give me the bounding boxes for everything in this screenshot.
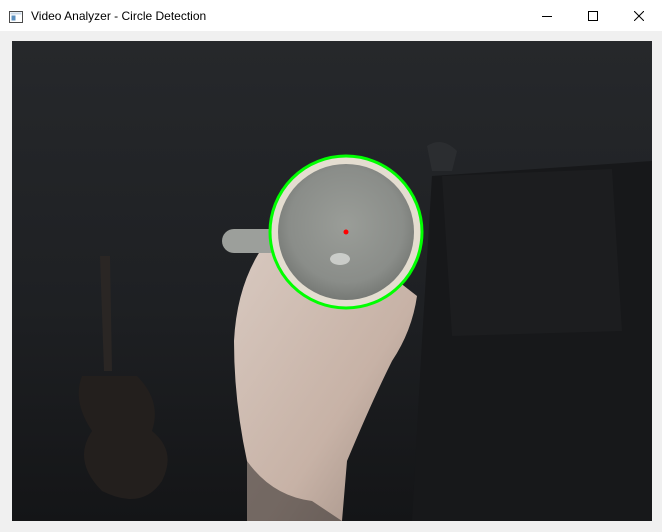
circle-center-marker [343,229,349,235]
maximize-icon [588,10,598,21]
mug-reflection [330,253,350,265]
app-window: Video Analyzer - Circle Detection [0,0,662,532]
close-icon [634,10,644,21]
app-window-icon [9,10,23,23]
close-button[interactable] [616,0,662,31]
maximize-button[interactable] [570,0,616,31]
window-title: Video Analyzer - Circle Detection [31,8,207,23]
caption-buttons [524,0,662,31]
minimize-button[interactable] [524,0,570,31]
camera-image [12,41,652,521]
video-frame [12,41,652,521]
title-bar[interactable]: Video Analyzer - Circle Detection [0,0,662,31]
minimize-icon [542,15,552,17]
lampshade-silhouette [442,169,622,336]
